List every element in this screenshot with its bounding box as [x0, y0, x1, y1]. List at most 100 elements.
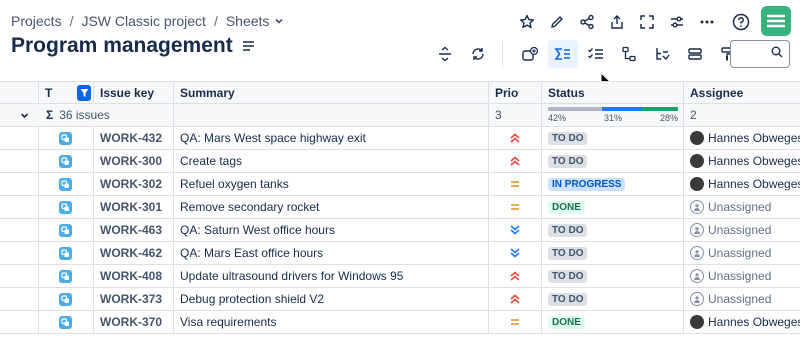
row-gutter[interactable]	[0, 173, 38, 195]
assignee-cell[interactable]: Unassigned	[683, 242, 800, 264]
priority-cell[interactable]	[488, 196, 541, 218]
status-cell[interactable]: TO DO	[541, 288, 683, 310]
share-icon[interactable]	[572, 8, 602, 36]
table-row[interactable]: WORK-432 QA: Mars West space highway exit…	[0, 127, 800, 150]
page-title: Program management	[11, 34, 233, 57]
help-icon[interactable]	[726, 8, 756, 36]
status-cell[interactable]: TO DO	[541, 150, 683, 172]
issue-key[interactable]: WORK-370	[93, 311, 173, 333]
export-icon[interactable]	[602, 8, 632, 36]
assignee-cell[interactable]: Unassigned	[683, 288, 800, 310]
priority-cell[interactable]	[488, 150, 541, 172]
refresh-icon[interactable]	[463, 40, 493, 68]
priority-cell[interactable]	[488, 288, 541, 310]
row-gutter[interactable]	[0, 219, 38, 241]
issue-key[interactable]: WORK-463	[93, 219, 173, 241]
column-header-type[interactable]: T	[38, 82, 93, 103]
row-height-icon[interactable]	[430, 40, 460, 68]
row-gutter[interactable]	[0, 196, 38, 218]
status-cell[interactable]: DONE	[541, 196, 683, 218]
assignee-name: Unassigned	[708, 246, 772, 260]
collapse-toggle[interactable]	[0, 104, 38, 126]
hamburger-menu-icon[interactable]	[242, 41, 255, 51]
issue-summary[interactable]: Remove secondary rocket	[173, 196, 488, 218]
table-row[interactable]: WORK-408 Update ultrasound drivers for Wi…	[0, 265, 800, 288]
issue-summary[interactable]: QA: Mars East office hours	[173, 242, 488, 264]
avatar	[690, 131, 704, 145]
row-gutter[interactable]	[0, 127, 38, 149]
app-logo[interactable]	[761, 6, 791, 36]
priority-high-icon	[509, 133, 521, 143]
priority-cell[interactable]	[488, 242, 541, 264]
assignee-cell[interactable]: Unassigned	[683, 196, 800, 218]
search-input[interactable]	[730, 40, 790, 68]
assignee-cell[interactable]: Hannes Obwegeser	[683, 173, 800, 195]
breadcrumb-sheets[interactable]: Sheets	[226, 13, 270, 29]
task-icon	[59, 292, 72, 306]
table-row[interactable]: WORK-463 QA: Saturn West office hours TO D…	[0, 219, 800, 242]
issue-summary[interactable]: Update ultrasound drivers for Windows 95	[173, 265, 488, 287]
column-header-assignee[interactable]: Assignee	[683, 82, 800, 103]
table-row[interactable]: WORK-373 Debug protection shield V2 TO DO U…	[0, 288, 800, 311]
row-gutter[interactable]	[0, 288, 38, 310]
status-cell[interactable]: TO DO	[541, 127, 683, 149]
issue-summary[interactable]: Debug protection shield V2	[173, 288, 488, 310]
filter-icon[interactable]	[77, 84, 91, 101]
column-header-key[interactable]: Issue key	[93, 82, 173, 103]
more-icon[interactable]	[692, 8, 722, 36]
assignee-cell[interactable]: Hannes Obwegeser	[683, 127, 800, 149]
status-cell[interactable]: IN PROGRESS	[541, 173, 683, 195]
breadcrumb-projects[interactable]: Projects	[11, 13, 62, 29]
column-header-status[interactable]: Status	[541, 82, 683, 103]
sum-icon[interactable]	[548, 40, 578, 68]
status-cell[interactable]: TO DO	[541, 265, 683, 287]
table-row[interactable]: WORK-301 Remove secondary rocket DONE Unass…	[0, 196, 800, 219]
priority-cell[interactable]	[488, 127, 541, 149]
status-cell[interactable]: DONE	[541, 311, 683, 333]
settings-sliders-icon[interactable]	[662, 8, 692, 36]
issue-summary[interactable]: Visa requirements	[173, 311, 488, 333]
row-gutter[interactable]	[0, 242, 38, 264]
column-header-prio[interactable]: Prio	[488, 82, 541, 103]
table-row[interactable]: WORK-302 Refuel oxygen tanks IN PROGRESS Ha…	[0, 173, 800, 196]
checklist-icon[interactable]	[581, 40, 611, 68]
issue-key[interactable]: WORK-432	[93, 127, 173, 149]
issue-add-icon[interactable]	[515, 40, 545, 68]
fullscreen-icon[interactable]	[632, 8, 662, 36]
table-row[interactable]: WORK-462 QA: Mars East office hours TO DO U…	[0, 242, 800, 265]
issue-key[interactable]: WORK-373	[93, 288, 173, 310]
table-row[interactable]: WORK-300Create tags TO DO Hannes Obwegeser	[0, 150, 800, 173]
issue-key[interactable]: WORK-302	[93, 173, 173, 195]
assignee-cell[interactable]: Hannes Obwegeser	[683, 150, 800, 172]
chevron-down-icon[interactable]	[274, 16, 284, 26]
priority-cell[interactable]	[488, 265, 541, 287]
status-cell[interactable]: TO DO	[541, 242, 683, 264]
row-gutter[interactable]	[0, 265, 38, 287]
issue-summary[interactable]: QA: Mars West space highway exit	[173, 127, 488, 149]
assignee-cell[interactable]: Unassigned	[683, 265, 800, 287]
issue-summary[interactable]: QA: Saturn West office hours	[173, 219, 488, 241]
priority-high-icon	[509, 156, 521, 166]
priority-cell[interactable]	[488, 173, 541, 195]
issue-key[interactable]: WORK-301	[93, 196, 173, 218]
row-gutter[interactable]	[0, 311, 38, 333]
table-row[interactable]: WORK-370 Visa requirements DONE Hannes Obwe…	[0, 311, 800, 334]
issue-key[interactable]: WORK-300	[93, 150, 173, 172]
group-icon[interactable]	[680, 40, 710, 68]
issue-key[interactable]: WORK-462	[93, 242, 173, 264]
star-icon[interactable]	[512, 8, 542, 36]
priority-cell[interactable]	[488, 311, 541, 333]
hierarchy-icon[interactable]	[614, 40, 644, 68]
breadcrumb-project[interactable]: JSW Classic project	[81, 13, 205, 29]
assignee-cell[interactable]: Hannes Obwegeser	[683, 311, 800, 333]
edit-icon[interactable]	[542, 8, 572, 36]
priority-cell[interactable]	[488, 219, 541, 241]
issue-summary[interactable]: Refuel oxygen tanks	[173, 173, 488, 195]
hierarchy-filter-icon[interactable]	[647, 40, 677, 68]
column-header-summary[interactable]: Summary	[173, 82, 488, 103]
status-cell[interactable]: TO DO	[541, 219, 683, 241]
row-gutter[interactable]	[0, 150, 38, 172]
assignee-cell[interactable]: Unassigned	[683, 219, 800, 241]
issue-summary[interactable]: Create tags	[173, 150, 488, 172]
issue-key[interactable]: WORK-408	[93, 265, 173, 287]
